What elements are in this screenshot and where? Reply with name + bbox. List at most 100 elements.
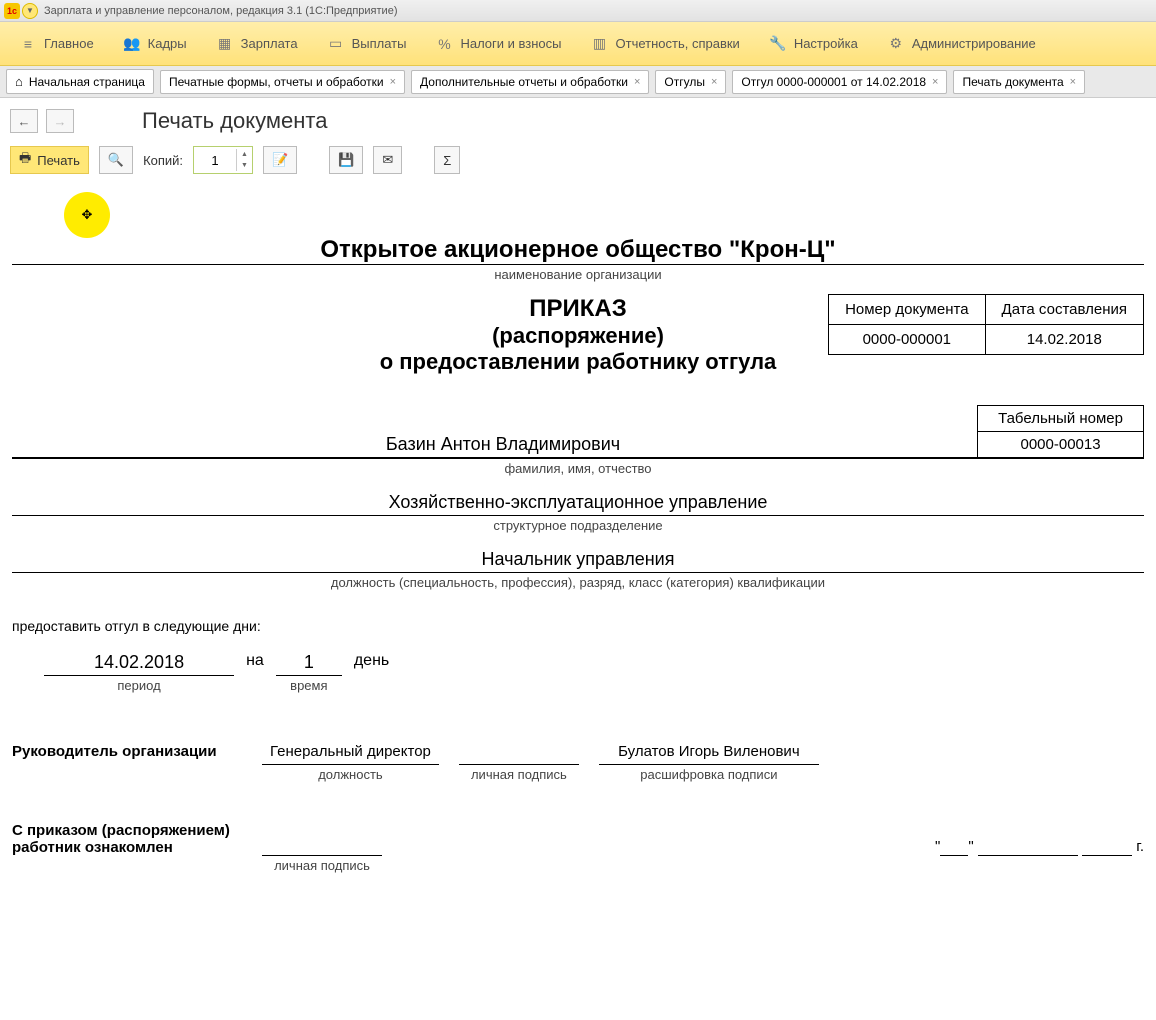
edit-button[interactable]: 📝	[263, 146, 297, 174]
print-label: Печать	[37, 153, 80, 168]
menu-main[interactable]: ≡ Главное	[6, 30, 108, 58]
wrench-icon: 🔧	[770, 36, 786, 52]
tab-otgul-doc[interactable]: Отгул 0000-000001 от 14.02.2018 ×	[732, 70, 947, 94]
tab-label: Дополнительные отчеты и обработки	[420, 75, 628, 89]
menu-admin[interactable]: ⚙Администрирование	[874, 30, 1050, 58]
position-value: Начальник управления	[12, 549, 1144, 573]
menu-label: Налоги и взносы	[460, 36, 561, 51]
magnifier-icon: 🔍	[108, 152, 124, 168]
close-icon[interactable]: ×	[634, 76, 640, 88]
tabnum-table: Табельный номер 0000-00013	[977, 405, 1144, 458]
wallet-icon: ▭	[328, 36, 344, 52]
preview-button[interactable]: 🔍	[99, 146, 133, 174]
decode-caption: расшифровка подписи	[599, 767, 819, 782]
tab-home[interactable]: ⌂ Начальная страница	[6, 69, 154, 94]
menu-label: Администрирование	[912, 36, 1036, 51]
app-icon: 1c	[4, 3, 20, 19]
menu-label: Главное	[44, 36, 94, 51]
tab-print-document[interactable]: Печать документа ×	[953, 70, 1085, 94]
period-value: 14.02.2018	[44, 652, 234, 676]
signature-row-head: Руководитель организации Генеральный дир…	[12, 743, 1144, 782]
print-button[interactable]: 🖶 Печать	[10, 146, 89, 174]
head-position-caption: должность	[262, 767, 439, 782]
order-title-3: о предоставлении работнику отгула	[12, 349, 1144, 375]
menu-otchet[interactable]: ▥ Отчетность, справки	[578, 30, 754, 58]
home-icon: ⌂	[15, 74, 23, 89]
sign-caption: личная подпись	[459, 767, 579, 782]
back-button[interactable]: ←	[10, 109, 38, 133]
org-name: Открытое акционерное общество "Крон-Ц"	[12, 236, 1144, 264]
tabs-bar: ⌂ Начальная страница Печатные формы, отче…	[0, 66, 1156, 98]
spinner-down-icon[interactable]: ▼	[237, 160, 252, 171]
nav-row: ← → Печать документа	[0, 98, 1156, 134]
ack-label-line2: работник ознакомлен	[12, 839, 242, 856]
save-button[interactable]: 💾	[329, 146, 363, 174]
menu-label: Выплаты	[352, 36, 407, 51]
head-sign-blank	[459, 743, 579, 765]
menu-label: Кадры	[148, 36, 187, 51]
fio-value: Базин Антон Владимирович	[12, 434, 994, 458]
period-row: 14.02.2018 период на 1 время день	[12, 652, 1144, 693]
page-title: Печать документа	[142, 108, 327, 134]
tab-additional-reports[interactable]: Дополнительные отчеты и обработки ×	[411, 70, 649, 94]
toolbar: 🖶 Печать 🔍 Копий: ▲ ▼ 📝 💾 ✉ Σ	[0, 134, 1156, 186]
order-title-2: (распоряжение)	[12, 323, 1144, 349]
main-menu: ≡ Главное 👥 Кадры ▦ Зарплата ▭ Выплаты %Нало…	[0, 22, 1156, 66]
head-label: Руководитель организации	[12, 743, 242, 760]
close-icon[interactable]: ×	[390, 76, 396, 88]
order-title-1: ПРИКАЗ	[12, 295, 1144, 323]
close-icon[interactable]: ×	[932, 76, 938, 88]
acknowledge-row: С приказом (распоряжением) работник озна…	[12, 822, 1144, 873]
divider	[12, 264, 1144, 265]
people-icon: 👥	[124, 36, 140, 52]
tab-label: Отгулы	[664, 75, 705, 89]
tab-label: Начальная страница	[29, 75, 145, 89]
menu-nalogi[interactable]: %Налоги и взносы	[422, 30, 575, 58]
email-button[interactable]: ✉	[373, 146, 402, 174]
days-value: 1	[276, 652, 342, 676]
menu-label: Зарплата	[241, 36, 298, 51]
close-icon[interactable]: ×	[711, 76, 717, 88]
order-title-block: ПРИКАЗ (распоряжение) о предоставлении р…	[12, 295, 1144, 375]
employee-sign-caption: личная подпись	[262, 858, 382, 873]
dept-value: Хозяйственно-эксплуатационное управление	[12, 492, 1144, 516]
menu-vyplaty[interactable]: ▭ Выплаты	[314, 30, 421, 58]
tab-print-forms[interactable]: Печатные формы, отчеты и обработки ×	[160, 70, 405, 94]
copies-label: Копий:	[143, 153, 183, 168]
ack-date: " " г.	[935, 838, 1144, 856]
dropdown-icon[interactable]: ▼	[22, 3, 38, 19]
tab-label: Отгул 0000-000001 от 14.02.2018	[741, 75, 926, 89]
close-icon[interactable]: ×	[1070, 76, 1076, 88]
calc-icon: ▦	[217, 36, 233, 52]
title-bar: 1c ▼ Зарплата и управление персоналом, р…	[0, 0, 1156, 22]
menu-icon: ≡	[20, 36, 36, 52]
edit-icon: 📝	[272, 152, 288, 168]
copies-input[interactable]	[194, 148, 236, 172]
cursor-highlight-icon	[64, 192, 110, 238]
menu-nastroika[interactable]: 🔧 Настройка	[756, 30, 872, 58]
tab-label: Печатные формы, отчеты и обработки	[169, 75, 384, 89]
spinner-up-icon[interactable]: ▲	[237, 149, 252, 160]
forward-button[interactable]: →	[46, 109, 74, 133]
sum-button[interactable]: Σ	[434, 146, 460, 174]
menu-zarplata[interactable]: ▦ Зарплата	[203, 30, 312, 58]
head-position: Генеральный директор	[262, 743, 439, 765]
menu-label: Отчетность, справки	[616, 36, 740, 51]
tab-label: Печать документа	[962, 75, 1063, 89]
report-icon: ▥	[592, 36, 608, 52]
menu-kadry[interactable]: 👥 Кадры	[110, 30, 201, 58]
day-word: день	[354, 652, 389, 670]
tabnum: 0000-00013	[978, 432, 1144, 458]
mail-icon: ✉	[382, 152, 393, 168]
window-title: Зарплата и управление персоналом, редакц…	[44, 5, 397, 17]
sigma-icon: Σ	[443, 153, 451, 168]
copies-spinner[interactable]: ▲ ▼	[193, 146, 253, 174]
year-suffix: г.	[1136, 838, 1144, 855]
employee-sign-blank	[262, 834, 382, 856]
tab-otguly[interactable]: Отгулы ×	[655, 70, 726, 94]
head-name: Булатов Игорь Виленович	[599, 743, 819, 765]
org-caption: наименование организации	[12, 267, 1144, 282]
dept-caption: структурное подразделение	[12, 518, 1144, 533]
menu-label: Настройка	[794, 36, 858, 51]
printer-icon: 🖶	[19, 149, 31, 171]
